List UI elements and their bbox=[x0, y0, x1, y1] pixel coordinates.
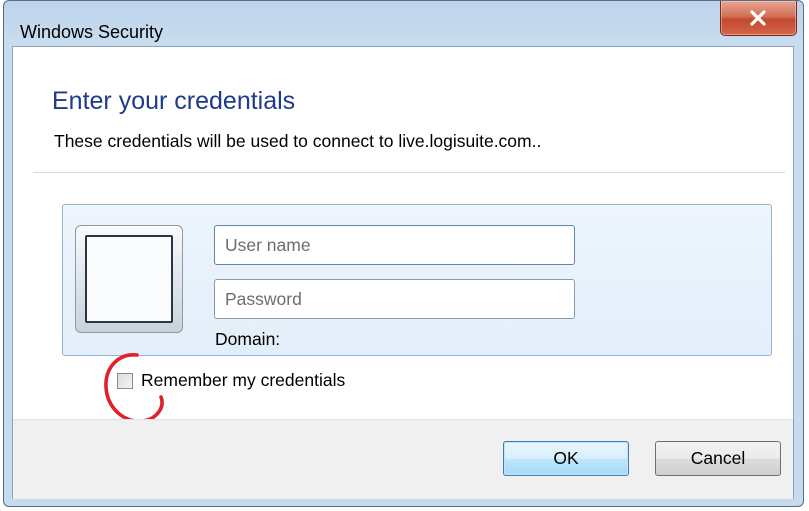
window-title: Windows Security bbox=[20, 22, 164, 42]
user-tile-frame bbox=[85, 235, 173, 323]
dialog-heading: Enter your credentials bbox=[52, 87, 296, 115]
separator bbox=[33, 172, 785, 173]
cancel-button[interactable]: Cancel bbox=[655, 441, 781, 476]
remember-checkbox[interactable] bbox=[117, 373, 133, 389]
dialog-window: Windows Security Enter your credentials … bbox=[3, 0, 804, 507]
close-icon bbox=[750, 10, 766, 26]
remember-label[interactable]: Remember my credentials bbox=[141, 370, 345, 391]
ok-button[interactable]: OK bbox=[503, 441, 629, 476]
password-input[interactable] bbox=[214, 279, 575, 319]
title-bar[interactable]: Windows Security bbox=[4, 1, 803, 45]
dialog-footer: OK Cancel bbox=[13, 419, 793, 499]
username-input[interactable] bbox=[214, 225, 575, 265]
domain-label: Domain: bbox=[215, 329, 281, 349]
dialog-content: Enter your credentials These credentials… bbox=[12, 46, 794, 499]
close-button[interactable] bbox=[720, 1, 797, 36]
credential-tile-panel[interactable]: Domain: bbox=[62, 204, 772, 356]
user-tile-icon bbox=[75, 225, 183, 333]
dialog-subtext: These credentials will be used to connec… bbox=[54, 131, 542, 151]
